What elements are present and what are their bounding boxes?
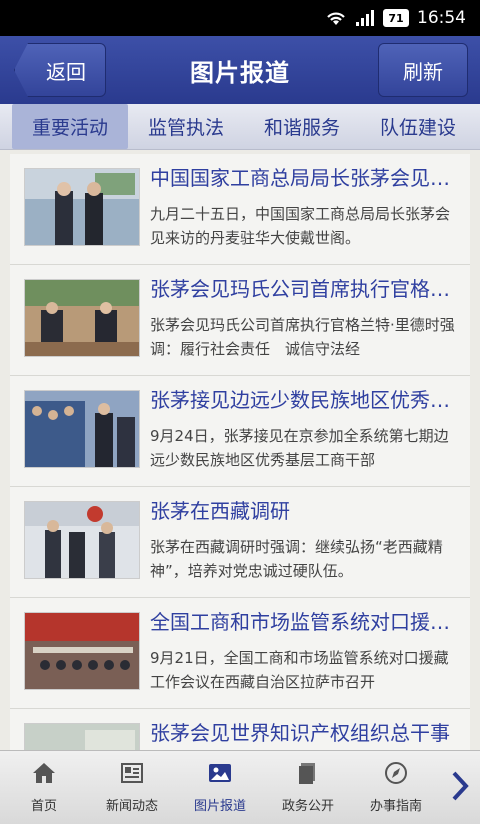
picture-icon: [207, 761, 233, 789]
news-list: 中国国家工商总局局长张茅会见丹麦驻华大使 九月二十五日，中国国家工商总局局长张茅…: [10, 154, 470, 750]
tab-important-activities[interactable]: 重要活动: [12, 104, 128, 149]
news-title: 全国工商和市场监管系统对口援藏工作会议: [150, 610, 462, 634]
nav-more-arrow[interactable]: [440, 751, 480, 824]
list-item[interactable]: 张茅会见世界知识产权组织总干事: [10, 709, 470, 750]
news-thumbnail: [24, 390, 140, 468]
list-item[interactable]: 中国国家工商总局局长张茅会见丹麦驻华大使 九月二十五日，中国国家工商总局局长张茅…: [10, 154, 470, 265]
tab-team-building[interactable]: 队伍建设: [360, 104, 476, 149]
news-summary: 九月二十五日，中国国家工商总局局长张茅会见来访的丹麦驻华大使戴世阁。: [150, 205, 451, 247]
nav-picture-reports[interactable]: 图片报道: [176, 751, 264, 824]
news-title: 张茅在西藏调研: [150, 499, 290, 523]
nav-news[interactable]: 新闻动态: [88, 751, 176, 824]
category-tabs: 重要活动 监管执法 和谐服务 队伍建设: [0, 104, 480, 150]
nav-government-affairs[interactable]: 政务公开: [264, 751, 352, 824]
news-thumbnail: [24, 168, 140, 246]
refresh-button[interactable]: 刷新: [378, 43, 468, 97]
page-title: 图片报道: [190, 58, 290, 87]
compass-icon: [383, 761, 409, 789]
tab-supervision[interactable]: 监管执法: [128, 104, 244, 149]
newspaper-icon: [119, 761, 145, 789]
nav-label: 政务公开: [281, 799, 334, 814]
list-item[interactable]: 全国工商和市场监管系统对口援藏工作会议 9月21日，全国工商和市场监管系统对口援…: [10, 598, 470, 709]
news-thumbnail: [24, 612, 140, 690]
news-summary: 张茅在西藏调研时强调：继续弘扬“老西藏精神”，培养对党忠诚过硬队伍。: [150, 538, 443, 580]
news-title: 张茅会见玛氏公司首席执行官格兰特·里德: [150, 277, 462, 301]
nav-label: 图片报道: [193, 799, 246, 814]
tab-harmonious-service[interactable]: 和谐服务: [244, 104, 360, 149]
news-summary: 张茅会见玛氏公司首席执行官格兰特·里德时强调：履行社会责任 诚信守法经: [150, 316, 455, 358]
list-item[interactable]: 张茅在西藏调研 张茅在西藏调研时强调：继续弘扬“老西藏精神”，培养对党忠诚过硬队…: [10, 487, 470, 598]
news-title: 中国国家工商总局局长张茅会见丹麦驻华大使: [150, 166, 462, 190]
news-thumbnail: [24, 723, 140, 750]
status-time: 16:54: [417, 8, 466, 28]
status-bar: 71 16:54: [0, 0, 480, 36]
back-button[interactable]: 返回: [14, 43, 106, 97]
news-summary: 9月21日，全国工商和市场监管系统对口援藏工作会议在西藏自治区拉萨市召开: [150, 649, 449, 691]
nav-home[interactable]: 首页: [0, 751, 88, 824]
bottom-navigation: 首页 新闻动态 图片报道 政务公开 办事指南: [0, 750, 480, 824]
news-title: 张茅接见边远少数民族地区优秀基层工商干部: [150, 388, 462, 412]
battery-icon: 71: [383, 9, 409, 27]
news-title: 张茅会见世界知识产权组织总干事: [150, 721, 450, 745]
home-icon: [31, 761, 57, 789]
list-item[interactable]: 张茅会见玛氏公司首席执行官格兰特·里德 张茅会见玛氏公司首席执行官格兰特·里德时…: [10, 265, 470, 376]
nav-label: 首页: [30, 799, 57, 814]
documents-icon: [295, 761, 321, 789]
title-bar: 返回 图片报道 刷新: [0, 36, 480, 104]
news-thumbnail: [24, 501, 140, 579]
news-thumbnail: [24, 279, 140, 357]
signal-icon: [355, 9, 375, 27]
nav-label: 新闻动态: [105, 799, 158, 814]
nav-service-guide[interactable]: 办事指南: [352, 751, 440, 824]
chevron-right-icon: [451, 770, 469, 806]
news-summary: 9月24日，张茅接见在京参加全系统第七期边远少数民族地区优秀基层工商干部: [150, 427, 449, 469]
nav-label: 办事指南: [369, 799, 422, 814]
wifi-icon: [325, 9, 347, 27]
list-item[interactable]: 张茅接见边远少数民族地区优秀基层工商干部 9月24日，张茅接见在京参加全系统第七…: [10, 376, 470, 487]
